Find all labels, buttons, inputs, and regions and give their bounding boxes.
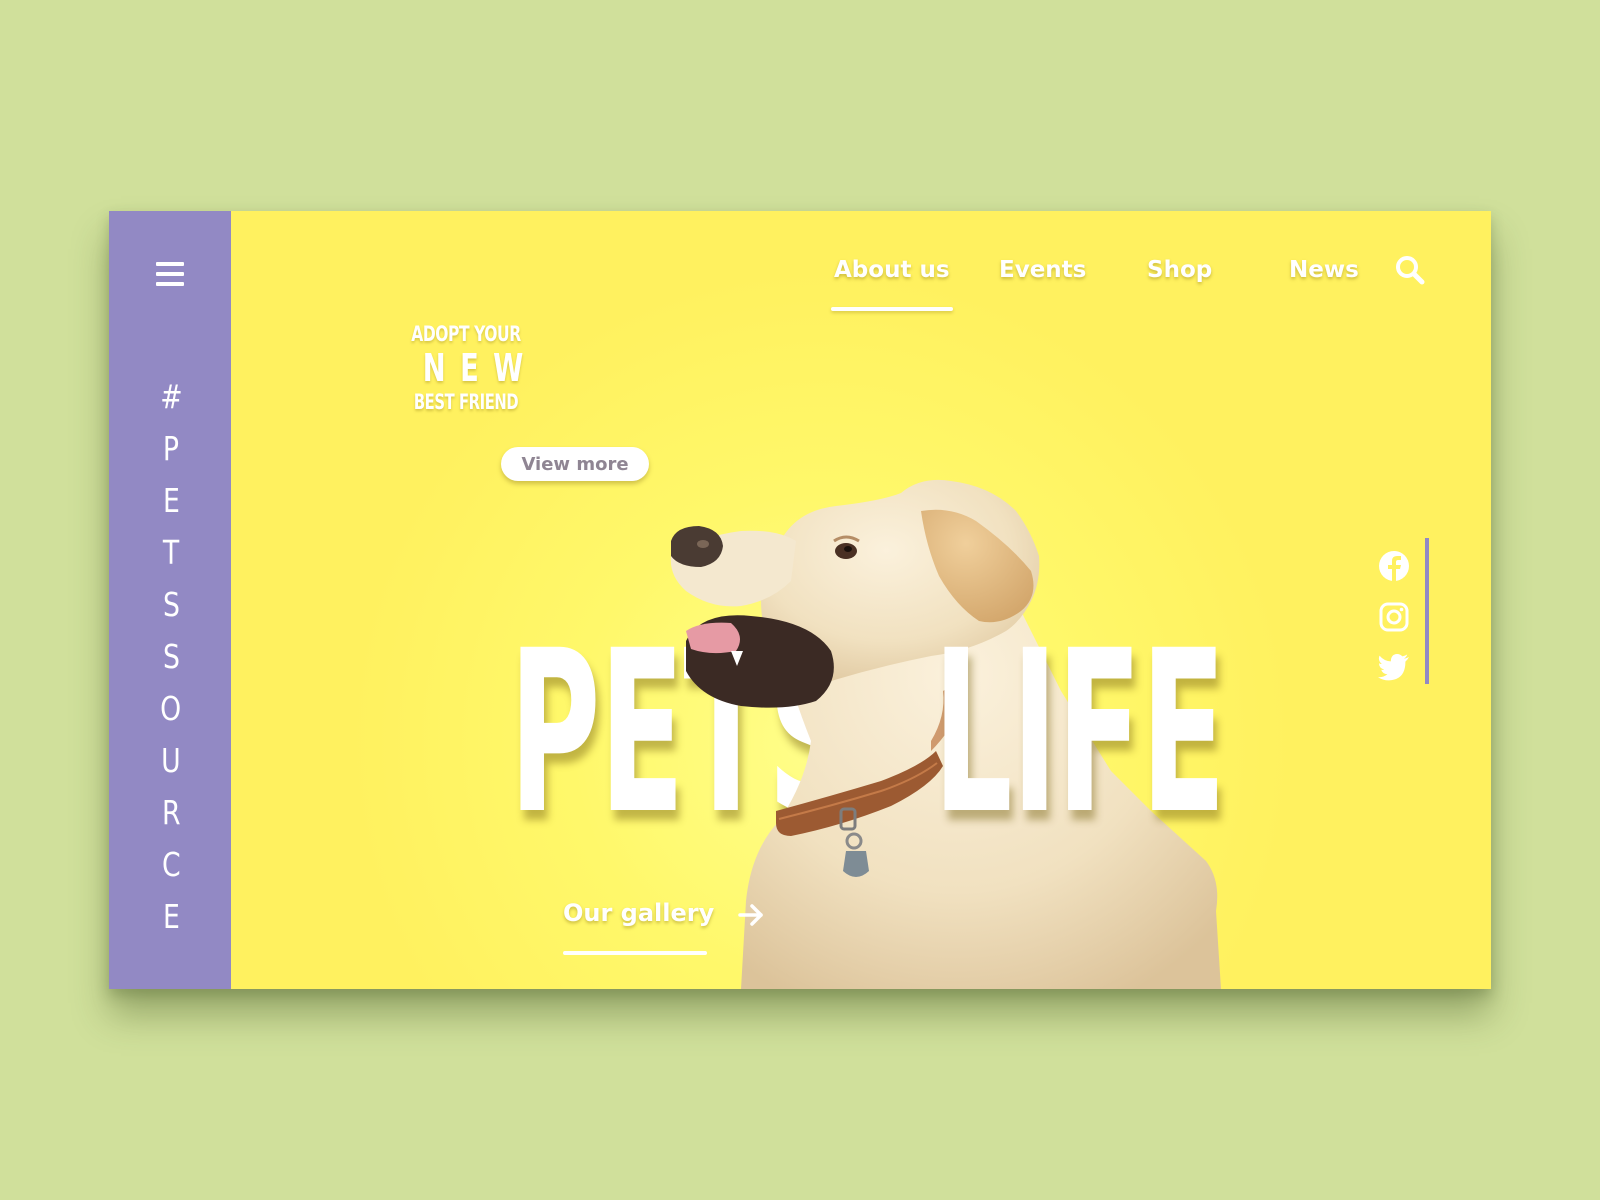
sidebar: # P E T S S O U R C E — [109, 211, 231, 989]
social-divider-bar — [1425, 538, 1429, 684]
brand-letter: T — [162, 533, 180, 572]
gallery-underline — [563, 951, 707, 955]
brand-letter: C — [161, 845, 181, 884]
our-gallery-link[interactable]: Our gallery — [563, 899, 714, 927]
hamburger-menu-icon[interactable] — [154, 261, 186, 287]
brand-letter: R — [161, 793, 181, 832]
brand-letter: P — [162, 429, 180, 468]
brand-letter: O — [160, 689, 182, 728]
facebook-icon[interactable] — [1377, 549, 1411, 583]
brand-letter: S — [162, 585, 180, 624]
brand-letter: E — [162, 481, 180, 520]
landing-page-mockup: # P E T S S O U R C E About us Events Shop News AD… — [109, 211, 1491, 989]
arrow-right-icon[interactable] — [737, 901, 765, 929]
instagram-icon[interactable] — [1377, 600, 1411, 634]
hero-section: About us Events Shop News ADOPT YOUR NEW… — [231, 211, 1491, 989]
dog-photo — [670, 479, 1221, 989]
brand-letter: E — [162, 897, 180, 936]
headline-life: LIFE — [933, 602, 1226, 863]
brand-letter: S — [162, 637, 180, 676]
twitter-icon[interactable] — [1377, 649, 1411, 683]
vertical-brand-text: # P E T S S O U R C E — [159, 371, 183, 943]
brand-letter: # — [159, 377, 183, 416]
brand-letter: U — [161, 741, 181, 780]
